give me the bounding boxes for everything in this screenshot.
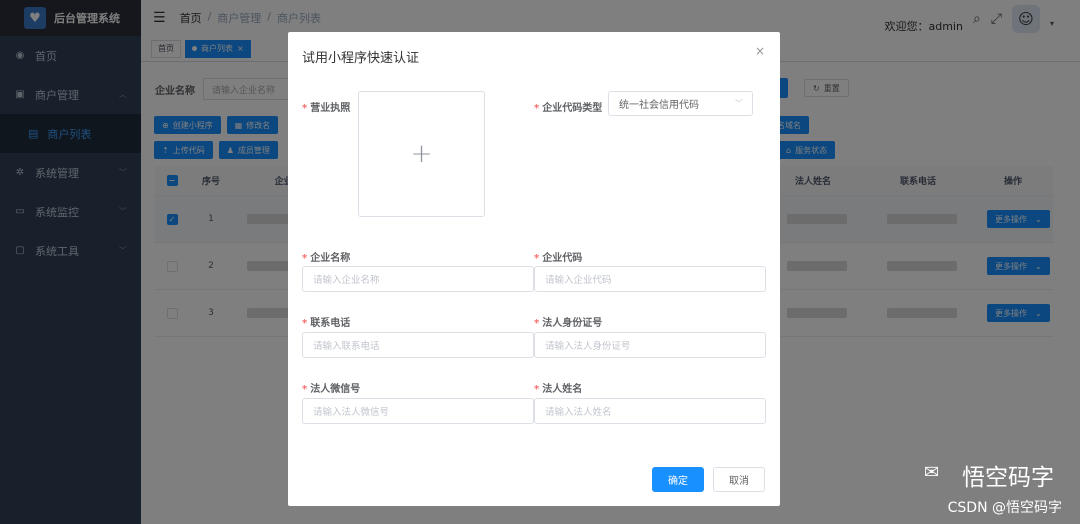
- chevron-down-icon: ﹀: [735, 99, 743, 108]
- company-name-label: * 企业名称: [302, 253, 351, 264]
- confirm-button[interactable]: 确定: [652, 467, 704, 492]
- code-type-select[interactable]: 统一社会信用代码 ﹀: [608, 91, 753, 116]
- cancel-button[interactable]: 取消: [713, 467, 765, 492]
- phone-label: * 联系电话: [302, 318, 351, 329]
- company-code-label: * 企业代码: [534, 253, 583, 264]
- company-code-input[interactable]: 请输入企业代码: [534, 266, 766, 292]
- legal-name-input[interactable]: 请输入法人姓名: [534, 398, 766, 424]
- watermark-source: CSDN @悟空码字: [947, 500, 1062, 516]
- wechat-icon: ✉: [924, 462, 940, 483]
- quick-auth-dialog: 试用小程序快速认证 × * 营业执照 + * 企业代码类型 统一社会信用代码 ﹀ *…: [288, 32, 780, 506]
- code-type-label: * 企业代码类型: [534, 103, 603, 114]
- watermark: ✉ 悟空码字: [924, 458, 1054, 492]
- legal-id-label: * 法人身份证号: [534, 318, 603, 329]
- close-icon[interactable]: ×: [755, 44, 765, 58]
- dialog-title: 试用小程序快速认证: [302, 51, 420, 66]
- legal-wechat-label: * 法人微信号: [302, 384, 361, 395]
- plus-icon: +: [410, 139, 433, 169]
- license-upload[interactable]: +: [358, 91, 485, 217]
- company-name-input[interactable]: 请输入企业名称: [302, 266, 534, 292]
- license-label: * 营业执照: [302, 103, 351, 114]
- phone-input[interactable]: 请输入联系电话: [302, 332, 534, 358]
- watermark-brand: 悟空码字: [962, 465, 1054, 491]
- legal-wechat-input[interactable]: 请输入法人微信号: [302, 398, 534, 424]
- legal-id-input[interactable]: 请输入法人身份证号: [534, 332, 766, 358]
- legal-name-label: * 法人姓名: [534, 384, 583, 395]
